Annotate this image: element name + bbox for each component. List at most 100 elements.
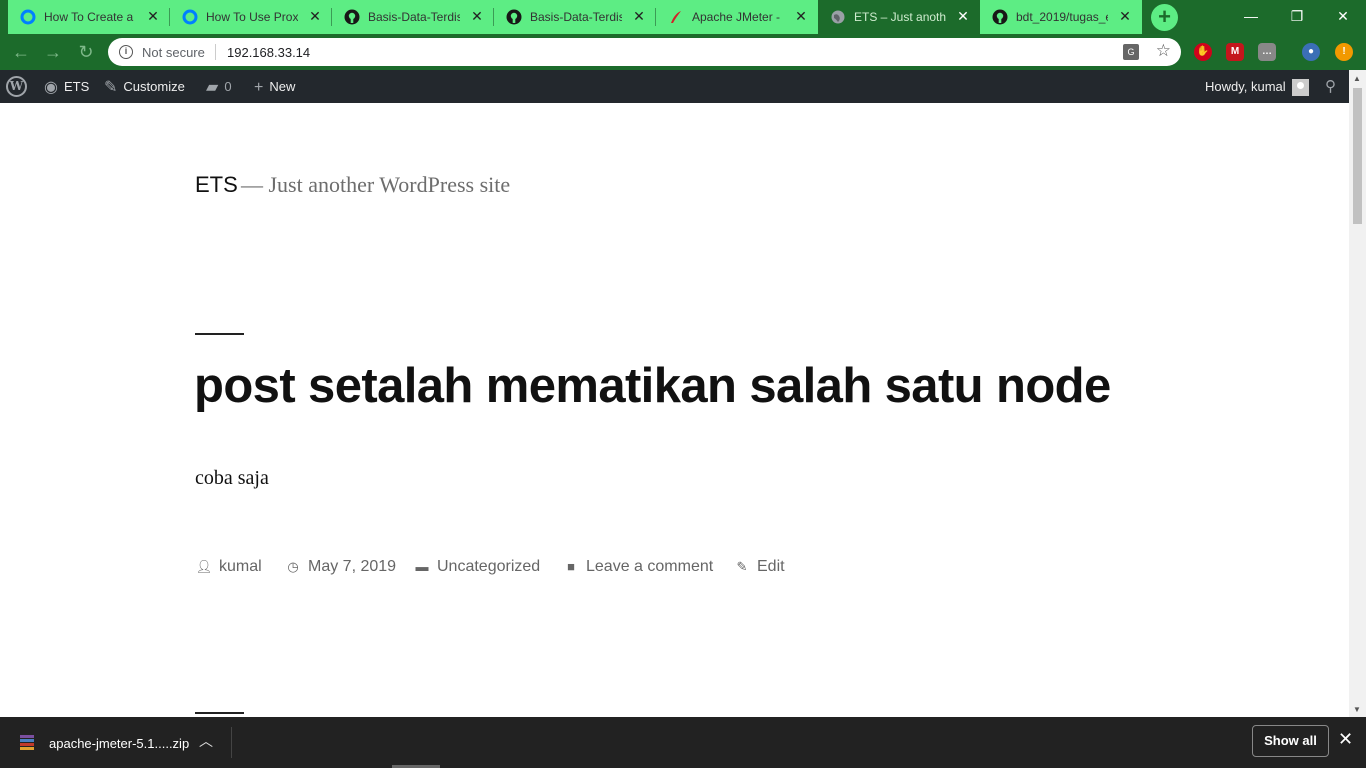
tab-bdt-2019[interactable]: bdt_2019/tugas_et ✕ bbox=[980, 0, 1142, 34]
post-comment-text: Leave a comment bbox=[586, 558, 714, 575]
download-file-name[interactable]: apache-jmeter-5.1.....zip bbox=[49, 736, 189, 751]
tab-basis-data-1[interactable]: Basis-Data-Terdist ✕ bbox=[332, 0, 494, 34]
wordpress-logo-icon[interactable]: W bbox=[6, 76, 27, 97]
tab-title: ETS – Just another bbox=[854, 10, 946, 24]
post-date-text: May 7, 2019 bbox=[308, 558, 397, 575]
close-tab-icon[interactable]: ✕ bbox=[468, 7, 486, 25]
site-description: — Just another WordPress site bbox=[241, 172, 510, 198]
security-status[interactable]: Not secure bbox=[142, 45, 205, 60]
tab-title: bdt_2019/tugas_et bbox=[1016, 10, 1108, 24]
close-tab-icon[interactable]: ✕ bbox=[144, 7, 162, 25]
site-tagline: Just another WordPress site bbox=[268, 172, 511, 197]
user-avatar-icon bbox=[1291, 79, 1309, 97]
next-post-divider bbox=[195, 712, 244, 714]
globe-icon bbox=[831, 10, 845, 24]
minimize-window-button[interactable]: — bbox=[1228, 0, 1274, 32]
close-tab-icon[interactable]: ✕ bbox=[1116, 7, 1134, 25]
browser-toolbar: ← → ↻ i Not secure 192.168.33.14 G ☆ ✋ M… bbox=[0, 34, 1366, 70]
tab-how-to-create[interactable]: How To Create a N ✕ bbox=[8, 0, 170, 34]
chat-extension-icon[interactable]: … bbox=[1258, 43, 1276, 61]
post-divider bbox=[195, 333, 244, 335]
tab-ets-active[interactable]: ETS – Just another ✕ bbox=[818, 0, 980, 34]
reload-icon[interactable]: ↻ bbox=[75, 41, 97, 63]
post-edit-link[interactable]: ✎ Edit bbox=[733, 556, 785, 578]
close-tab-icon[interactable]: ✕ bbox=[954, 7, 972, 25]
tab-title: How To Create a N bbox=[44, 10, 136, 24]
address-divider bbox=[215, 44, 216, 60]
digitalocean-icon bbox=[20, 9, 36, 25]
adminbar-account[interactable]: Howdy, kumal bbox=[1205, 70, 1309, 103]
post-author-name: kumal bbox=[219, 558, 262, 575]
new-tab-button[interactable]: + bbox=[1151, 4, 1178, 31]
post-comment-link[interactable]: ■ Leave a comment bbox=[562, 556, 713, 578]
tab-how-to-use-proxy[interactable]: How To Use Proxy ✕ bbox=[170, 0, 332, 34]
translate-icon[interactable]: G bbox=[1123, 44, 1139, 60]
adminbar-new-label: New bbox=[269, 79, 296, 94]
adminbar-customize-link[interactable]: ✎ Customize bbox=[104, 70, 185, 103]
adminbar-new-link[interactable]: + New bbox=[254, 70, 295, 103]
tab-apache-jmeter[interactable]: Apache JMeter - D ✕ bbox=[656, 0, 818, 34]
info-icon[interactable]: i bbox=[119, 45, 133, 59]
close-shelf-icon[interactable]: ✕ bbox=[1338, 729, 1353, 750]
tab-title: Basis-Data-Terdist bbox=[368, 10, 460, 24]
github-icon bbox=[506, 9, 522, 25]
shelf-divider bbox=[231, 727, 232, 758]
show-all-downloads-button[interactable]: Show all bbox=[1252, 725, 1329, 757]
comment-bubble-icon: ▰ bbox=[206, 79, 219, 97]
close-tab-icon[interactable]: ✕ bbox=[792, 7, 810, 25]
download-shelf: apache-jmeter-5.1.....zip ︿ Show all ✕ bbox=[0, 717, 1366, 768]
scroll-up-arrow-icon[interactable]: ▲ bbox=[1353, 74, 1361, 83]
post-category[interactable]: ▬ Uncategorized bbox=[413, 556, 541, 578]
close-tab-icon[interactable]: ✕ bbox=[630, 7, 648, 25]
back-arrow-icon[interactable]: ← bbox=[10, 41, 32, 63]
adminbar-greeting: Howdy, kumal bbox=[1205, 79, 1286, 94]
tab-title: How To Use Proxy bbox=[206, 10, 298, 24]
tab-basis-data-2[interactable]: Basis-Data-Terdist ✕ bbox=[494, 0, 656, 34]
chevron-up-icon[interactable]: ︿ bbox=[199, 731, 213, 751]
adblock-extension-icon[interactable]: ✋ bbox=[1194, 43, 1212, 61]
post-category-text: Uncategorized bbox=[437, 558, 541, 575]
profile-avatar-icon[interactable]: ● bbox=[1302, 43, 1320, 61]
update-alert-icon[interactable]: ! bbox=[1335, 43, 1353, 61]
search-icon[interactable]: ⚲ bbox=[1325, 70, 1336, 103]
scroll-down-arrow-icon[interactable]: ▼ bbox=[1353, 705, 1361, 714]
folder-icon: ▬ bbox=[415, 559, 429, 574]
url-text[interactable]: 192.168.33.14 bbox=[227, 45, 310, 60]
zip-archive-icon bbox=[20, 735, 34, 750]
github-icon bbox=[992, 9, 1008, 25]
site-title[interactable]: ETS bbox=[195, 172, 238, 198]
wp-admin-bar: W ◉ ETS ✎ Customize ▰ 0 + New Howdy, kumal ⚲ bbox=[0, 70, 1366, 103]
address-bar[interactable]: i Not secure 192.168.33.14 G ☆ bbox=[108, 38, 1181, 66]
brush-icon: ✎ bbox=[104, 79, 118, 97]
adminbar-site-name: ETS bbox=[63, 79, 90, 94]
post-author[interactable]: 👤︎ kumal bbox=[195, 556, 262, 578]
page-scrollbar[interactable]: ▲ ▼ bbox=[1349, 70, 1366, 717]
pencil-icon: ✎ bbox=[736, 559, 748, 574]
tab-title: Basis-Data-Terdist bbox=[530, 10, 622, 24]
forward-arrow-icon[interactable]: → bbox=[42, 41, 64, 63]
plus-icon: + bbox=[254, 79, 264, 97]
post-edit-text: Edit bbox=[757, 558, 785, 575]
adminbar-site-link[interactable]: ◉ ETS bbox=[44, 70, 89, 103]
adminbar-comments-count: 0 bbox=[224, 79, 232, 94]
close-tab-icon[interactable]: ✕ bbox=[306, 7, 324, 25]
tab-title: Apache JMeter - D bbox=[692, 10, 784, 24]
close-window-button[interactable]: ✕ bbox=[1320, 0, 1366, 32]
digitalocean-icon bbox=[182, 9, 198, 25]
post-date[interactable]: ◷ May 7, 2019 bbox=[284, 556, 396, 578]
browser-tab-strip: How To Create a N ✕ How To Use Proxy ✕ B… bbox=[0, 0, 1366, 34]
person-icon: 👤︎ bbox=[195, 559, 213, 574]
adminbar-comments-link[interactable]: ▰ 0 bbox=[206, 70, 232, 103]
scrollbar-thumb[interactable] bbox=[1353, 88, 1362, 224]
adminbar-customize-label: Customize bbox=[123, 79, 185, 94]
restore-window-button[interactable]: ❐ bbox=[1274, 0, 1320, 32]
mendeley-extension-icon[interactable]: M bbox=[1226, 43, 1244, 61]
clock-icon: ◷ bbox=[287, 559, 299, 574]
site-title-separator: — bbox=[241, 172, 263, 197]
post-title: post setalah mematikan salah satu node bbox=[194, 359, 1111, 413]
post-content: coba saja bbox=[195, 467, 269, 489]
github-icon bbox=[344, 9, 360, 25]
jmeter-feather-icon bbox=[671, 11, 681, 23]
bookmark-star-icon[interactable]: ☆ bbox=[1156, 41, 1171, 61]
comment-icon: ■ bbox=[567, 559, 575, 574]
